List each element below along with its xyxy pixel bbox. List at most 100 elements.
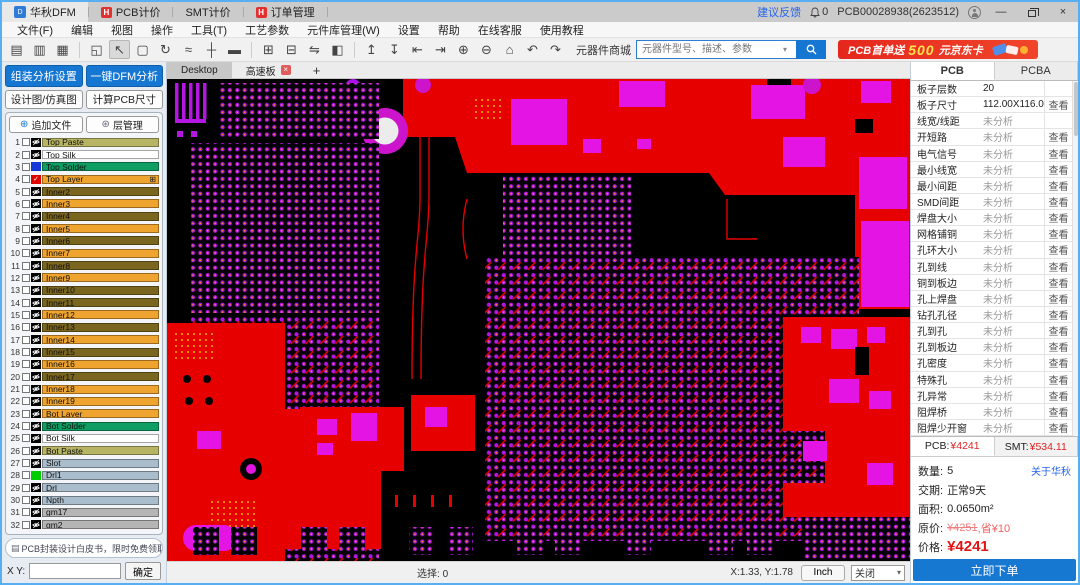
append-file-button[interactable]: ⊕ 追加文件 (9, 116, 83, 133)
notifications[interactable]: 0 (810, 6, 828, 18)
close-dropdown[interactable]: 关闭 ▾ (851, 565, 905, 581)
layer-row-inner5[interactable]: 8Inner5 (9, 222, 159, 234)
view-link[interactable]: 查看 (1044, 307, 1072, 322)
layer-row-slot[interactable]: 27Slot (9, 457, 159, 469)
zoom-out-icon[interactable]: ⊖ (476, 40, 497, 59)
open-folder-icon[interactable]: ▥ (29, 40, 50, 59)
layer-checkbox[interactable] (22, 262, 30, 270)
pan-right-icon[interactable]: ⇥ (430, 40, 451, 59)
zoom-in-icon[interactable]: ⊕ (453, 40, 474, 59)
layer-checkbox[interactable] (22, 410, 30, 418)
layer-checkbox[interactable] (22, 434, 30, 442)
view-link[interactable]: 查看 (1044, 178, 1072, 193)
layer-visibility-icon[interactable] (31, 348, 41, 357)
layer-checkbox[interactable] (22, 521, 30, 529)
view-link[interactable]: 查看 (1044, 226, 1072, 241)
layer-manage-button[interactable]: ⊛ 层管理 (86, 116, 160, 133)
menu-item-7[interactable]: 元件库管理(W) (298, 22, 389, 38)
pan-left-icon[interactable]: ⇤ (407, 40, 428, 59)
layer-visibility-icon[interactable] (31, 224, 41, 233)
layer-row-inner14[interactable]: 17Inner14 (9, 334, 159, 346)
layer-checkbox[interactable] (22, 311, 30, 319)
layer-row-bot-layer[interactable]: 23Bot Layer (9, 408, 159, 420)
menu-item-4[interactable]: 操作 (142, 22, 182, 38)
layer-row-inner6[interactable]: 9Inner6 (9, 235, 159, 247)
layer-checkbox[interactable] (22, 163, 30, 171)
menu-item-10[interactable]: 在线客服 (469, 22, 531, 38)
select-cursor-icon[interactable]: ↖ (109, 40, 130, 59)
scrollbar[interactable] (1072, 81, 1078, 436)
layer-row-inner13[interactable]: 16Inner13 (9, 321, 159, 333)
layer-visibility-icon[interactable] (31, 446, 41, 455)
layer-row-inner15[interactable]: 18Inner15 (9, 346, 159, 358)
view-link[interactable]: 查看 (1044, 355, 1072, 370)
layer-checkbox[interactable] (22, 496, 30, 504)
view-link[interactable]: 查看 (1044, 291, 1072, 306)
assembly-settings-button[interactable]: 组装分析设置 (5, 65, 83, 87)
redo-icon[interactable]: ↷ (545, 40, 566, 59)
layer-checkbox[interactable] (22, 397, 30, 405)
menu-item-9[interactable]: 帮助 (429, 22, 469, 38)
view-link[interactable]: 查看 (1044, 242, 1072, 257)
export-image-icon[interactable]: ▦ (52, 40, 73, 59)
order-now-button[interactable]: 立即下单 (913, 559, 1076, 581)
close-button[interactable]: × (1052, 4, 1074, 20)
measure-icon[interactable]: ┼ (201, 40, 222, 59)
layer-row-bot-paste[interactable]: 26Bot Paste (9, 445, 159, 457)
whitepaper-promo[interactable]: ▤ PCB封装设计白皮书，限时免费领取 « (5, 538, 163, 558)
view-link[interactable]: 查看 (1044, 129, 1072, 144)
layer-visibility-icon[interactable] (31, 520, 41, 529)
layer-visibility-icon[interactable] (31, 496, 41, 505)
layer-checkbox[interactable] (22, 188, 30, 196)
menu-item-2[interactable]: 编辑 (62, 22, 102, 38)
dfm-analysis-button[interactable]: 一键DFM分析 (86, 65, 164, 87)
layer-checkbox[interactable] (22, 508, 30, 516)
layer-visibility-icon[interactable] (31, 138, 41, 147)
layer-row-top-paste[interactable]: 1Top Paste (9, 136, 159, 148)
net-trace-icon[interactable]: ≈ (178, 40, 199, 59)
close-tab-icon[interactable]: × (281, 65, 291, 75)
layer-visibility-icon[interactable] (31, 310, 41, 319)
layer-row-inner7[interactable]: 10Inner7 (9, 247, 159, 259)
about-link[interactable]: 关于华秋 (1031, 463, 1071, 478)
layer-visibility-icon[interactable] (31, 236, 41, 245)
cross-probe-icon[interactable]: ◧ (327, 40, 348, 59)
layer-checkbox[interactable] (22, 249, 30, 257)
layer-checkbox[interactable] (22, 447, 30, 455)
layer-checkbox[interactable] (22, 225, 30, 233)
layer-visibility-icon[interactable] (31, 249, 41, 258)
search-button[interactable] (796, 40, 826, 59)
layer-row-inner16[interactable]: 19Inner16 (9, 358, 159, 370)
pcb-canvas[interactable] (167, 79, 910, 561)
layer-visibility-icon[interactable] (31, 261, 41, 270)
layer-visibility-icon[interactable] (31, 187, 41, 196)
layer-row-inner2[interactable]: 5Inner2 (9, 185, 159, 197)
layer-visibility-icon[interactable] (31, 372, 41, 381)
save-icon[interactable]: ▤ (6, 40, 27, 59)
scrollbar-thumb[interactable] (1074, 82, 1078, 136)
component-view-icon[interactable]: ⊟ (281, 40, 302, 59)
layer-row-npth[interactable]: 30Npth (9, 494, 159, 506)
canvas-tab-2[interactable]: 高速板× (232, 62, 305, 78)
promo-banner[interactable]: PCB首单送 500 元京东卡 (838, 40, 1038, 59)
layer-row-bot-silk[interactable]: 25Bot Silk (9, 432, 159, 444)
view-link[interactable]: 查看 (1044, 323, 1072, 338)
new-tab-button[interactable]: + (305, 63, 329, 78)
menu-item-5[interactable]: 工具(T) (182, 22, 236, 38)
layer-row-inner8[interactable]: 11Inner8 (9, 259, 159, 271)
layer-row-bot-solder[interactable]: 24Bot Solder (9, 420, 159, 432)
layer-visibility-icon[interactable] (31, 298, 41, 307)
array-view-icon[interactable]: ⊞ (258, 40, 279, 59)
layer-row-top-silk[interactable]: 2Top Silk (9, 148, 159, 160)
view-link[interactable]: 查看 (1044, 420, 1072, 435)
view-link[interactable]: 查看 (1044, 146, 1072, 161)
pcb-size-button[interactable]: 计算PCB尺寸 (86, 90, 164, 109)
tab-pcba[interactable]: PCBA (995, 62, 1079, 80)
search-dropdown-icon[interactable]: ▾ (783, 45, 796, 54)
layer-checkbox[interactable] (22, 459, 30, 467)
layer-checkbox[interactable] (22, 274, 30, 282)
layer-checkbox[interactable] (22, 323, 30, 331)
fit-home-icon[interactable]: ⌂ (499, 40, 520, 59)
layer-visibility-icon[interactable] (31, 323, 41, 332)
ruler-icon[interactable]: ▬ (224, 40, 245, 59)
